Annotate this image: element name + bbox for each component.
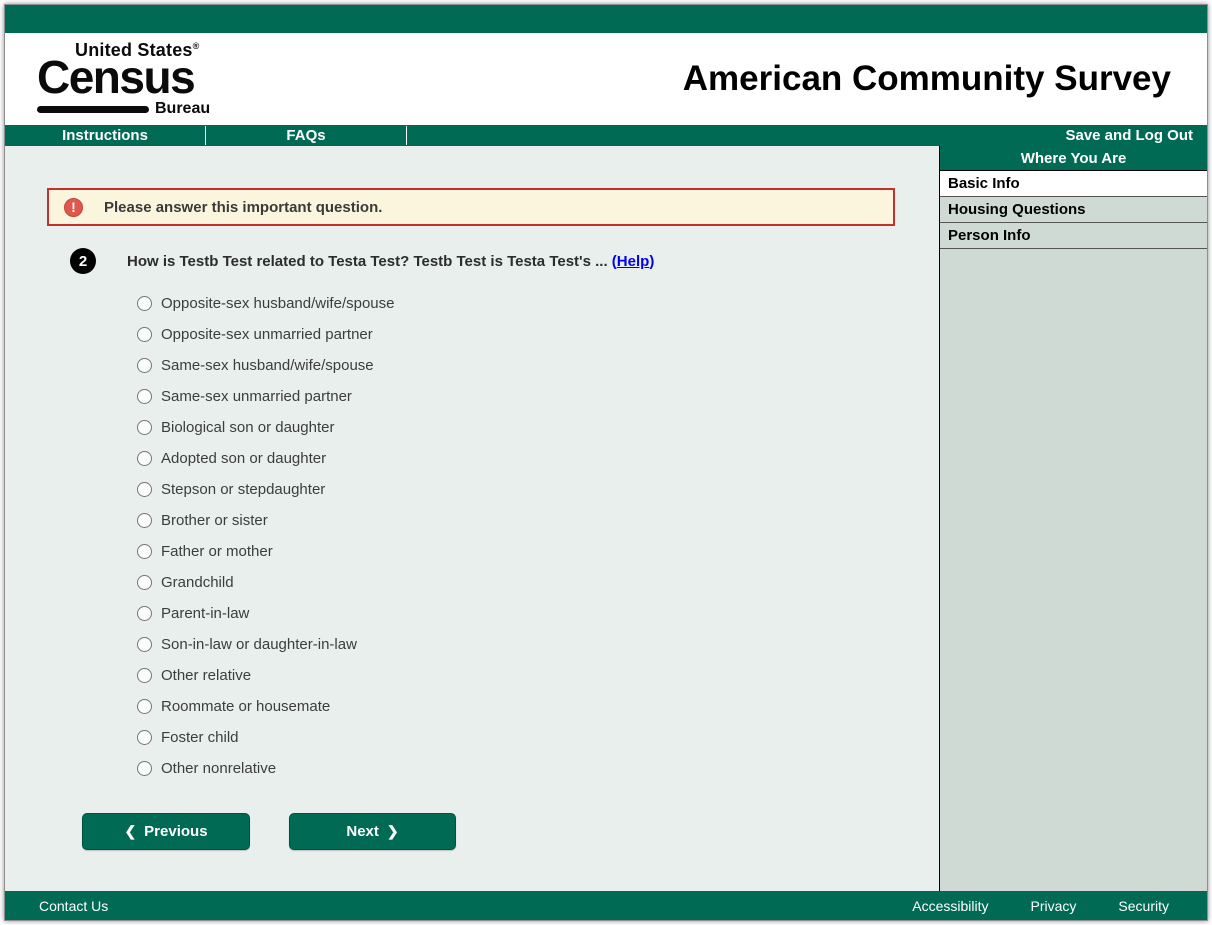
radio-option[interactable]: Roommate or housemate	[137, 691, 939, 722]
sidebar-item-person-info[interactable]: Person Info	[940, 223, 1207, 249]
radio-button[interactable]	[137, 513, 152, 528]
radio-button[interactable]	[137, 668, 152, 683]
radio-button[interactable]	[137, 296, 152, 311]
radio-option[interactable]: Opposite-sex husband/wife/spouse	[137, 288, 939, 319]
option-label[interactable]: Son-in-law or daughter-in-law	[161, 636, 357, 653]
radio-button[interactable]	[137, 358, 152, 373]
next-button[interactable]: Next ❯	[289, 813, 456, 850]
radio-option[interactable]: Same-sex unmarried partner	[137, 381, 939, 412]
radio-option[interactable]: Other nonrelative	[137, 753, 939, 784]
radio-button[interactable]	[137, 637, 152, 652]
radio-button[interactable]	[137, 761, 152, 776]
radio-option[interactable]: Brother or sister	[137, 505, 939, 536]
chevron-right-icon: ❯	[386, 823, 399, 839]
option-label[interactable]: Biological son or daughter	[161, 419, 334, 436]
radio-option[interactable]: Other relative	[137, 660, 939, 691]
where-you-are-sidebar: Where You Are Basic Info Housing Questio…	[939, 146, 1207, 891]
radio-option[interactable]: Father or mother	[137, 536, 939, 567]
accessibility-link[interactable]: Accessibility	[912, 898, 988, 914]
registered-trademark-icon: ®	[192, 40, 200, 51]
validation-alert: ! Please answer this important question.	[47, 188, 895, 226]
radio-button[interactable]	[137, 389, 152, 404]
option-label[interactable]: Opposite-sex husband/wife/spouse	[161, 295, 394, 312]
radio-option[interactable]: Biological son or daughter	[137, 412, 939, 443]
option-label[interactable]: Adopted son or daughter	[161, 450, 326, 467]
option-label[interactable]: Brother or sister	[161, 512, 268, 529]
option-label[interactable]: Opposite-sex unmarried partner	[161, 326, 373, 343]
nav-instructions[interactable]: Instructions	[5, 125, 205, 146]
save-and-logout-button[interactable]: Save and Log Out	[1065, 125, 1207, 146]
warning-exclamation-icon: !	[64, 197, 83, 217]
radio-button[interactable]	[137, 451, 152, 466]
radio-button[interactable]	[137, 327, 152, 342]
option-label[interactable]: Roommate or housemate	[161, 698, 330, 715]
security-link[interactable]: Security	[1118, 898, 1169, 914]
nav-faqs[interactable]: FAQs	[206, 125, 406, 146]
option-label[interactable]: Stepson or stepdaughter	[161, 481, 325, 498]
top-green-strip	[5, 5, 1207, 33]
radio-option[interactable]: Stepson or stepdaughter	[137, 474, 939, 505]
radio-button[interactable]	[137, 420, 152, 435]
option-label[interactable]: Grandchild	[161, 574, 234, 591]
privacy-link[interactable]: Privacy	[1031, 898, 1077, 914]
radio-option[interactable]: Adopted son or daughter	[137, 443, 939, 474]
option-label[interactable]: Parent-in-law	[161, 605, 249, 622]
question-number-badge: 2	[70, 248, 96, 274]
radio-option[interactable]: Foster child	[137, 722, 939, 753]
radio-option[interactable]: Grandchild	[137, 567, 939, 598]
navigation-buttons: ❮ Previous Next ❯	[82, 813, 939, 850]
radio-button[interactable]	[137, 544, 152, 559]
question-text: How is Testb Test related to Testa Test?…	[127, 252, 655, 270]
option-label[interactable]: Same-sex husband/wife/spouse	[161, 357, 374, 374]
question: 2 How is Testb Test related to Testa Tes…	[70, 248, 939, 274]
radio-option[interactable]: Opposite-sex unmarried partner	[137, 319, 939, 350]
sidebar-item-housing-questions[interactable]: Housing Questions	[940, 197, 1207, 223]
radio-option[interactable]: Parent-in-law	[137, 598, 939, 629]
sidebar-item-basic-info[interactable]: Basic Info	[940, 171, 1207, 197]
radio-button[interactable]	[137, 699, 152, 714]
chevron-left-icon: ❮	[124, 823, 137, 839]
option-label[interactable]: Foster child	[161, 729, 239, 746]
option-label[interactable]: Other relative	[161, 667, 251, 684]
radio-option[interactable]: Same-sex husband/wife/spouse	[137, 350, 939, 381]
sidebar-title: Where You Are	[940, 146, 1207, 171]
page-title: American Community Survey	[682, 59, 1171, 98]
option-label[interactable]: Other nonrelative	[161, 760, 276, 777]
option-label[interactable]: Father or mother	[161, 543, 273, 560]
help-link[interactable]: (Help)	[612, 253, 655, 270]
main-content: ! Please answer this important question.…	[5, 146, 939, 891]
page-header: United States® Census Bureau American Co…	[5, 33, 1207, 125]
previous-button[interactable]: ❮ Previous	[82, 813, 250, 850]
radio-option[interactable]: Son-in-law or daughter-in-law	[137, 629, 939, 660]
option-label[interactable]: Same-sex unmarried partner	[161, 388, 352, 405]
nav-separator	[406, 126, 407, 145]
radio-button[interactable]	[137, 575, 152, 590]
radio-button[interactable]	[137, 730, 152, 745]
page-footer: Contact Us Accessibility Privacy Securit…	[5, 891, 1207, 920]
browser-window: United States® Census Bureau American Co…	[4, 4, 1208, 921]
logo-bureau: Bureau	[155, 100, 211, 118]
main-navbar: Instructions FAQs Save and Log Out	[5, 125, 1207, 146]
census-bureau-logo: United States® Census Bureau	[37, 41, 210, 118]
contact-us-link[interactable]: Contact Us	[39, 898, 108, 914]
logo-census: Census	[37, 50, 196, 103]
answer-options: Opposite-sex husband/wife/spouse Opposit…	[137, 288, 939, 784]
radio-button[interactable]	[137, 482, 152, 497]
alert-message: Please answer this important question.	[104, 198, 383, 216]
logo-underline-bar	[37, 105, 149, 113]
radio-button[interactable]	[137, 606, 152, 621]
